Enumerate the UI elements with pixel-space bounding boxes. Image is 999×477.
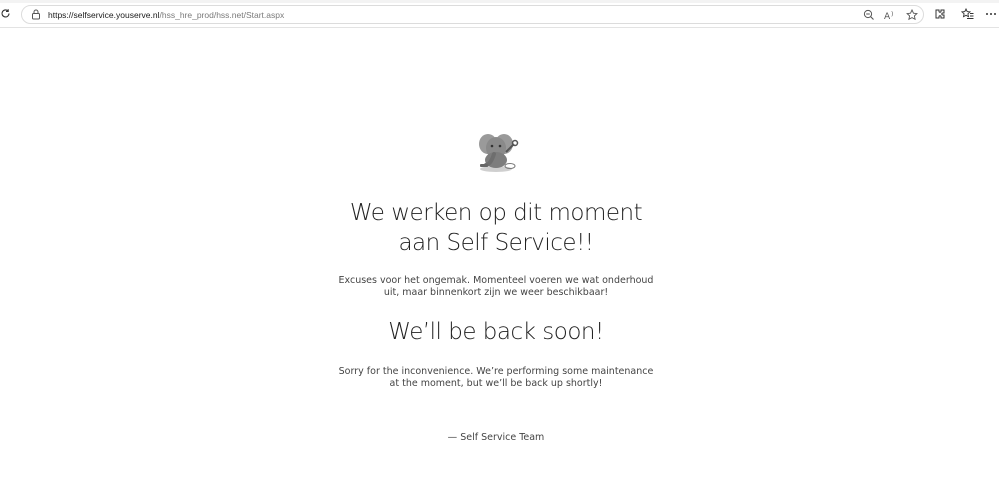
address-bar[interactable]: https://selfservice.youserve.nl/hss_hre_… (21, 5, 924, 24)
heading-dutch-line1: We werken op dit moment (349, 200, 643, 226)
maintenance-page: We werken op dit moment aan Self Service!… (0, 28, 999, 477)
signature: — Self Service Team (447, 432, 545, 443)
body-dutch: Excuses voor het ongemak. Momenteel voer… (330, 275, 662, 299)
zoom-out-icon[interactable] (863, 9, 875, 21)
url-host: https://selfservice.youserve.nl (48, 10, 160, 20)
elephant-mechanic-icon (474, 130, 520, 174)
extensions-icon[interactable] (934, 8, 946, 20)
svg-text:): ) (891, 11, 893, 18)
heading-dutch-line2: aan Self Service!! (398, 230, 594, 256)
lock-icon[interactable] (31, 9, 41, 20)
svg-text:A: A (884, 12, 891, 21)
body-dutch-line1: Excuses voor het ongemak. Momenteel voer… (338, 275, 654, 286)
heading-english: We’ll be back soon! (388, 319, 604, 345)
reload-icon[interactable] (0, 8, 11, 19)
body-english-line1: Sorry for the inconvenience. We’re perfo… (338, 366, 654, 377)
tab-strip (0, 0, 999, 3)
more-icon[interactable] (985, 8, 997, 20)
favorite-star-icon[interactable] (906, 9, 918, 21)
body-english: Sorry for the inconvenience. We’re perfo… (330, 366, 662, 390)
url-text[interactable]: https://selfservice.youserve.nl/hss_hre_… (48, 9, 284, 21)
url-path: /hss_hre_prod/hss.net/Start.aspx (159, 10, 285, 20)
body-dutch-line2: uit, maar binnenkort zijn we weer beschi… (383, 287, 609, 298)
heading-dutch: We werken op dit moment aan Self Service!… (300, 198, 692, 258)
read-aloud-icon[interactable]: A) (884, 9, 897, 21)
favorites-icon[interactable] (961, 8, 974, 20)
body-english-line2: at the moment, but we’ll be back up shor… (389, 378, 603, 389)
browser-toolbar: https://selfservice.youserve.nl/hss_hre_… (0, 0, 999, 28)
